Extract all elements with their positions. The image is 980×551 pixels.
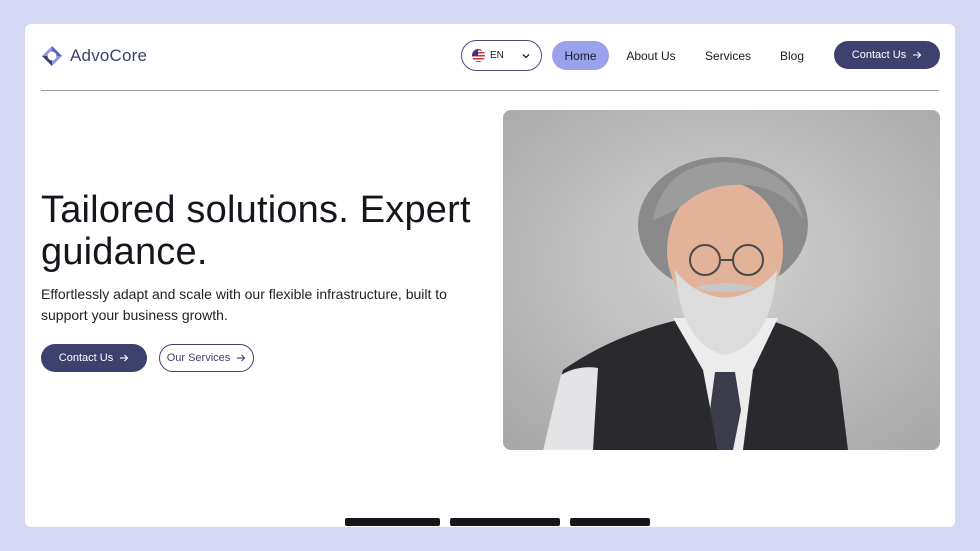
section-heading-peek: [325, 514, 685, 527]
hero-subtitle: Effortlessly adapt and scale with our fl…: [41, 286, 447, 323]
hero-title: Tailored solutions. Expert guidance.: [41, 189, 471, 273]
logo-mark-icon: [42, 46, 62, 66]
language-selector[interactable]: EN: [461, 40, 542, 71]
header-contact-button[interactable]: Contact Us: [834, 41, 940, 69]
us-flag-icon: [472, 49, 485, 62]
nav-about-us[interactable]: About Us: [618, 41, 684, 70]
header-divider: [41, 90, 939, 91]
site-header: AdvoCore EN Home About Us Services Blog …: [41, 40, 940, 74]
hero-services-button[interactable]: Our Services: [159, 344, 254, 372]
header-contact-label: Contact Us: [851, 49, 907, 61]
nav-home[interactable]: Home: [552, 41, 609, 70]
brand-logo[interactable]: AdvoCore: [41, 45, 147, 67]
page-frame: AdvoCore EN Home About Us Services Blog …: [25, 24, 955, 527]
hero-contact-button[interactable]: Contact Us: [41, 344, 147, 372]
language-code: EN: [490, 50, 504, 61]
brand-name: AdvoCore: [70, 46, 148, 65]
hero-contact-label: Contact Us: [58, 352, 114, 364]
hero-services-label: Our Services: [166, 352, 231, 364]
nav-services[interactable]: Services: [696, 41, 760, 70]
hero-portrait-image: [503, 110, 940, 450]
nav-blog[interactable]: Blog: [772, 41, 812, 70]
chevron-down-icon: [522, 53, 530, 58]
arrow-right-icon: [120, 354, 129, 362]
portrait-illustration: [503, 110, 940, 450]
arrow-right-icon: [913, 51, 922, 59]
arrow-right-icon: [237, 354, 246, 362]
